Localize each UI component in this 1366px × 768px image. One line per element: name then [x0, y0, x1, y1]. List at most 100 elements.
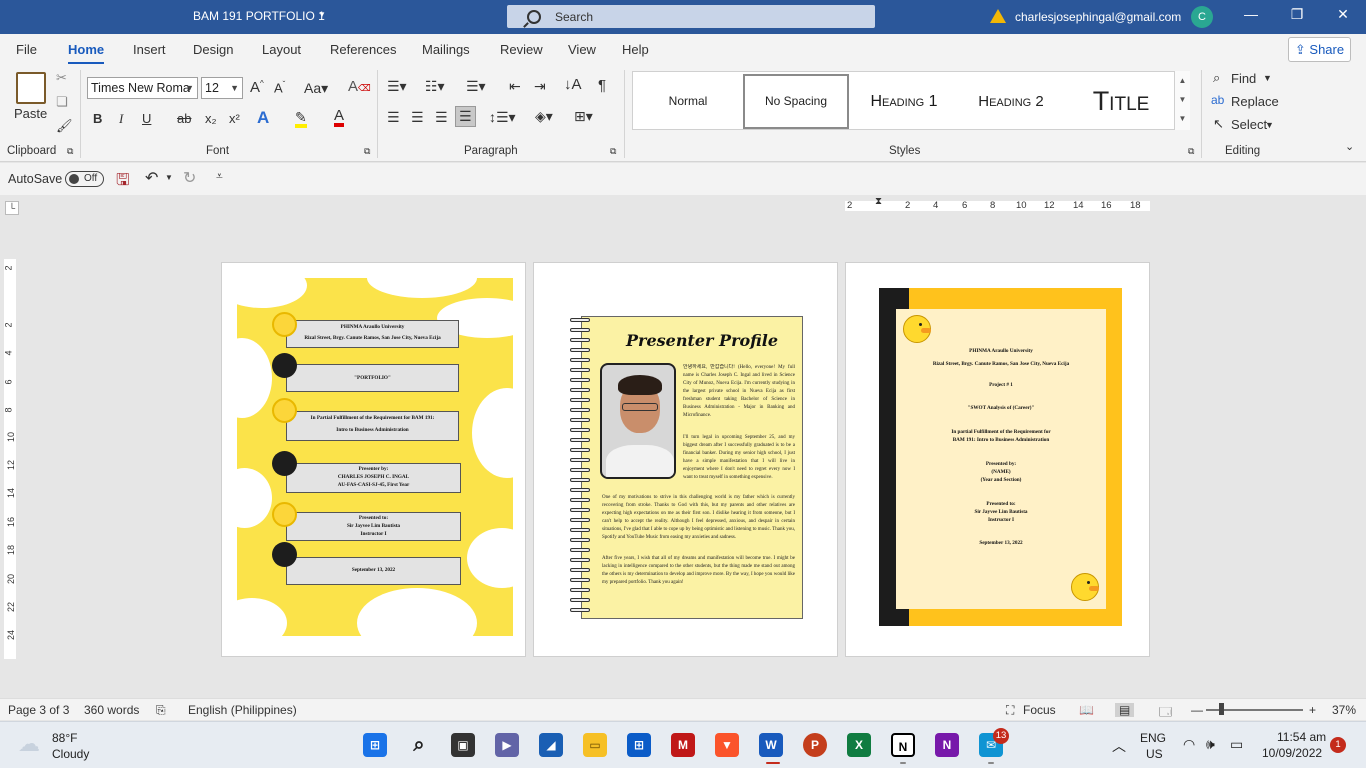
- style-normal[interactable]: Normal: [639, 74, 737, 129]
- redo-icon[interactable]: ↻: [183, 168, 196, 188]
- font-size-select[interactable]: 12 ▼: [201, 77, 243, 99]
- zoom-level[interactable]: 37%: [1332, 703, 1356, 717]
- align-center-icon[interactable]: ☰: [411, 109, 424, 126]
- dialog-launcher-icon[interactable]: ⧉: [1188, 146, 1194, 157]
- copy-icon[interactable]: ❏: [56, 94, 68, 110]
- underline-button[interactable]: U: [142, 111, 151, 126]
- mcafee-icon[interactable]: M: [671, 733, 695, 757]
- decrease-indent-icon[interactable]: ⇤: [509, 78, 521, 95]
- battery-icon[interactable]: ▭: [1230, 736, 1243, 753]
- replace-button[interactable]: Replace: [1231, 94, 1279, 109]
- chevron-down-icon[interactable]: ▼: [165, 173, 173, 182]
- bold-button[interactable]: B: [93, 111, 102, 126]
- borders-icon[interactable]: ⊞▾: [574, 108, 593, 125]
- zoom-out-button[interactable]: —: [1191, 703, 1203, 717]
- dialog-launcher-icon[interactable]: ⧉: [67, 146, 73, 157]
- tab-references[interactable]: References: [330, 42, 396, 57]
- show-formatting-button[interactable]: ¶: [598, 77, 606, 94]
- weather-temp[interactable]: 88°F: [52, 731, 77, 745]
- font-color-icon[interactable]: A: [334, 108, 345, 127]
- microsoft-store-icon[interactable]: ⊞: [627, 733, 651, 757]
- select-button[interactable]: Select: [1231, 117, 1267, 132]
- indent-marker-icon[interactable]: ⧗: [875, 196, 882, 207]
- tab-view[interactable]: View: [568, 42, 596, 57]
- chevron-down-icon[interactable]: ▼: [318, 10, 326, 19]
- superscript-button[interactable]: x²: [229, 111, 240, 126]
- read-mode-icon[interactable]: 📖: [1079, 703, 1094, 717]
- onenote-icon[interactable]: N: [935, 733, 959, 757]
- style-no-spacing[interactable]: No Spacing: [743, 74, 849, 129]
- volume-icon[interactable]: 🕪: [1206, 736, 1215, 753]
- teams-chat-icon[interactable]: ▶: [495, 733, 519, 757]
- vertical-ruler[interactable]: 2 2 4 6 8 10 12 14 16 18 20 22 24: [4, 259, 16, 659]
- focus-button[interactable]: Focus: [1023, 703, 1056, 717]
- collapse-ribbon-icon[interactable]: ⌄: [1345, 140, 1354, 153]
- tab-insert[interactable]: Insert: [133, 42, 166, 57]
- word-icon[interactable]: W: [759, 733, 783, 757]
- highlight-color-icon[interactable]: ✎: [295, 110, 307, 128]
- dialog-launcher-icon[interactable]: ⧉: [364, 146, 370, 157]
- change-case-icon[interactable]: Aa▾: [304, 80, 328, 97]
- tab-home[interactable]: Home: [68, 42, 105, 65]
- text-effects-icon[interactable]: A: [257, 108, 269, 128]
- file-explorer-icon[interactable]: ▭: [583, 733, 607, 757]
- widgets-icon[interactable]: ◢: [539, 733, 563, 757]
- find-icon[interactable]: ⌕: [1213, 70, 1220, 86]
- style-heading-2[interactable]: Heading 2: [965, 74, 1057, 129]
- tab-file[interactable]: File: [16, 42, 37, 57]
- warning-icon[interactable]: [990, 9, 1006, 23]
- word-count[interactable]: 360 words: [84, 703, 139, 717]
- input-language-primary[interactable]: ENG: [1140, 731, 1166, 745]
- close-button[interactable]: ✕: [1328, 6, 1358, 26]
- subscript-button[interactable]: x₂: [205, 111, 217, 126]
- document-page-2[interactable]: Presenter Profile 안녕하세요, 반갑습니다! (Hello, …: [533, 262, 838, 657]
- multilevel-list-icon[interactable]: ☰▾: [466, 78, 486, 95]
- autosave-toggle[interactable]: Off: [65, 171, 104, 187]
- align-right-icon[interactable]: ☰: [435, 109, 448, 126]
- sort-icon[interactable]: ↓A: [564, 76, 582, 93]
- italic-button[interactable]: I: [119, 111, 123, 127]
- increase-indent-icon[interactable]: ⇥: [534, 78, 546, 95]
- restore-button[interactable]: ❐: [1282, 6, 1312, 26]
- search-icon[interactable]: ⌕: [407, 733, 431, 757]
- bullets-icon[interactable]: ☰▾: [387, 78, 407, 95]
- chevron-down-icon[interactable]: ▼: [1175, 90, 1190, 109]
- language-indicator[interactable]: English (Philippines): [188, 703, 297, 717]
- chevron-up-icon[interactable]: ︿: [1112, 736, 1126, 756]
- input-language-region[interactable]: US: [1146, 747, 1163, 761]
- excel-icon[interactable]: X: [847, 733, 871, 757]
- powerpoint-icon[interactable]: P: [803, 733, 827, 757]
- undo-icon[interactable]: ↶: [145, 168, 158, 188]
- shrink-font-icon[interactable]: Aˇ: [274, 80, 285, 95]
- more-styles-icon[interactable]: ▼: [1175, 109, 1190, 128]
- style-title[interactable]: Title: [1071, 74, 1171, 129]
- zoom-slider-thumb[interactable]: [1219, 703, 1224, 715]
- strikethrough-button[interactable]: ab: [177, 111, 191, 126]
- document-title[interactable]: BAM 191 PORTFOLIO 1: [193, 9, 325, 23]
- notion-icon[interactable]: N: [891, 733, 915, 757]
- wifi-icon[interactable]: ◠: [1183, 736, 1195, 753]
- align-left-icon[interactable]: ☰: [387, 109, 400, 126]
- paste-icon[interactable]: [16, 72, 46, 104]
- focus-icon[interactable]: ⛶: [1006, 703, 1014, 718]
- print-layout-icon[interactable]: ▤: [1115, 703, 1135, 717]
- tab-selector-icon[interactable]: └: [5, 201, 19, 215]
- font-family-select[interactable]: Times New Roma ▼: [87, 77, 198, 99]
- chevron-up-icon[interactable]: ▲: [1175, 71, 1190, 90]
- chevron-down-icon[interactable]: ▼: [1263, 73, 1272, 83]
- document-page-1[interactable]: PHINMA Araullo University Rizal Street, …: [221, 262, 526, 657]
- grow-font-icon[interactable]: A^: [250, 79, 264, 96]
- document-page-3[interactable]: PHINMA Araullo University Rizal Street, …: [845, 262, 1150, 657]
- share-button[interactable]: ⇪ Share: [1288, 37, 1351, 62]
- shading-icon[interactable]: ◈▾: [535, 108, 553, 125]
- clock-date[interactable]: 10/09/2022: [1262, 746, 1322, 760]
- tab-design[interactable]: Design: [193, 42, 233, 57]
- task-view-icon[interactable]: ▣: [451, 733, 475, 757]
- dialog-launcher-icon[interactable]: ⧉: [610, 146, 616, 157]
- cut-icon[interactable]: ✂: [56, 70, 67, 86]
- find-button[interactable]: Find: [1231, 71, 1256, 86]
- tab-help[interactable]: Help: [622, 42, 649, 57]
- clock-time[interactable]: 11:54 am: [1277, 730, 1326, 744]
- paste-button[interactable]: Paste: [14, 106, 47, 121]
- line-spacing-icon[interactable]: ↕☰▾: [489, 109, 516, 126]
